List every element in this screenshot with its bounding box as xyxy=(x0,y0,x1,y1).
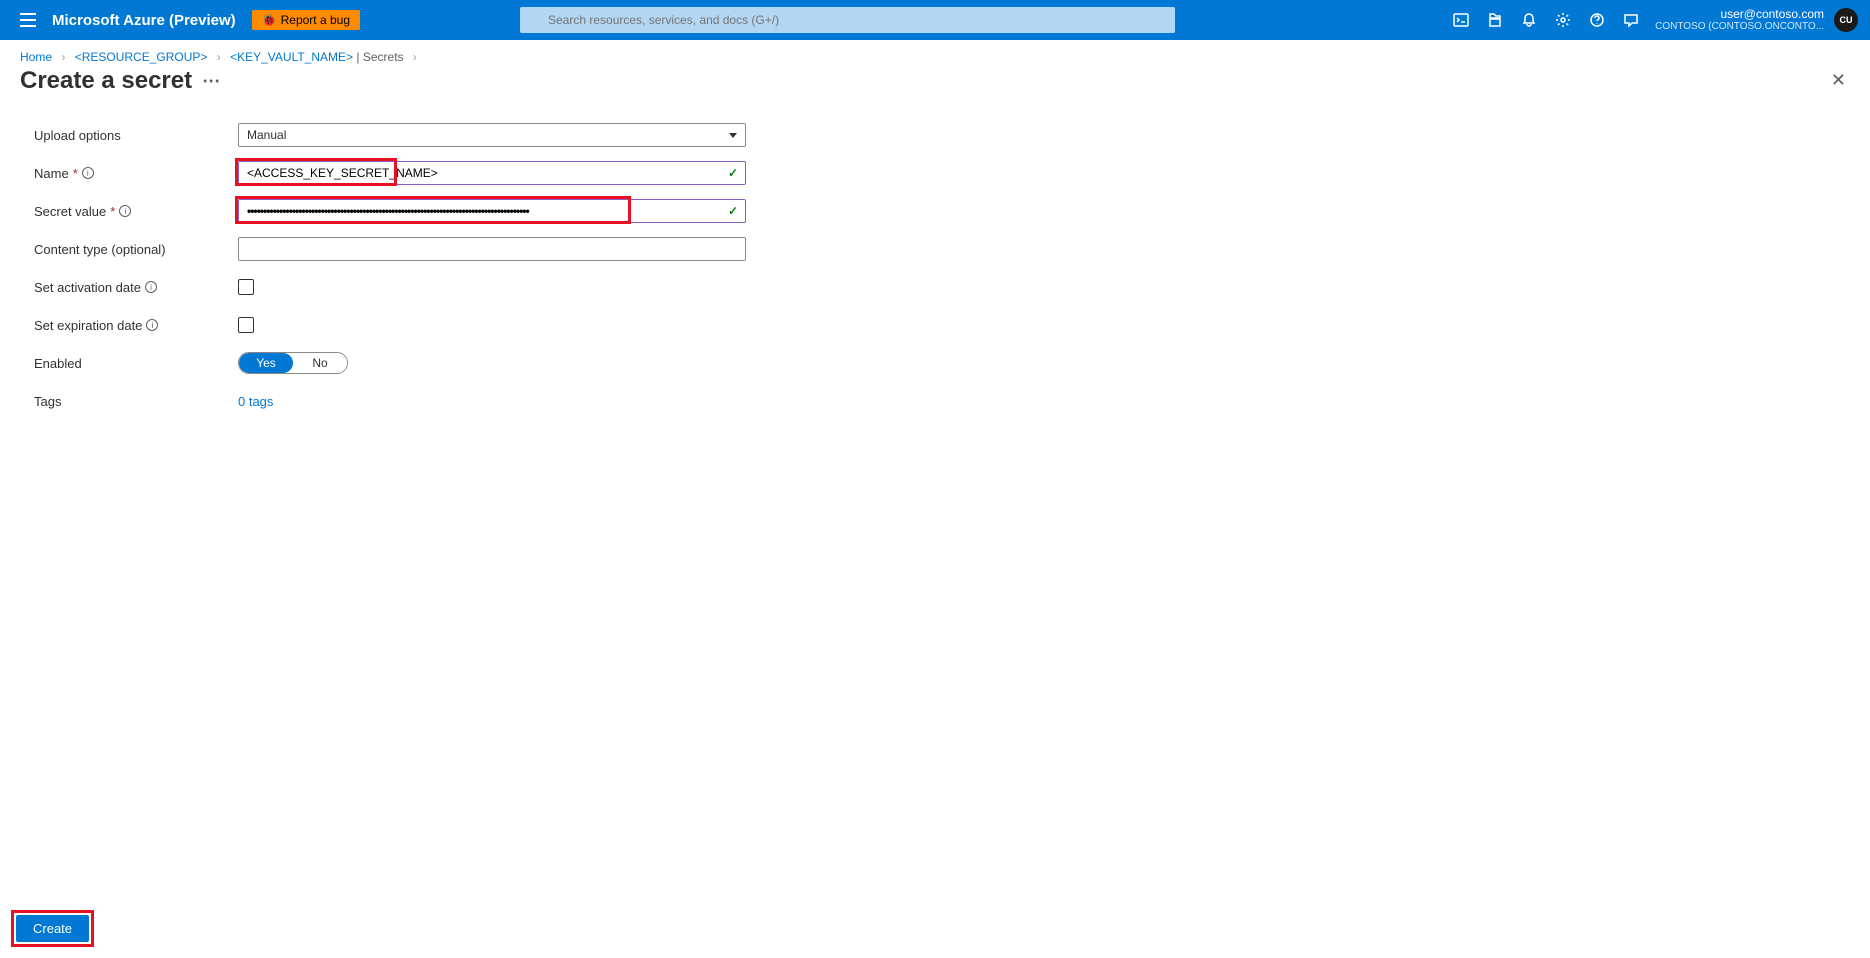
global-search-input[interactable] xyxy=(520,7,1175,33)
page-title: Create a secret ⋯ xyxy=(20,67,220,95)
enabled-toggle[interactable]: Yes No xyxy=(238,352,348,374)
enabled-no-option[interactable]: No xyxy=(293,353,347,373)
upload-options-select[interactable]: Manual xyxy=(238,123,746,147)
help-icon[interactable] xyxy=(1581,4,1613,36)
info-icon[interactable]: i xyxy=(146,319,158,331)
report-bug-button[interactable]: 🐞 Report a bug xyxy=(252,10,360,30)
account-block[interactable]: user@contoso.com CONTOSO (CONTOSO.ONCONT… xyxy=(1655,8,1824,32)
check-icon: ✓ xyxy=(728,204,738,218)
secret-value-input[interactable] xyxy=(238,199,746,223)
chevron-right-icon: › xyxy=(413,50,417,64)
expiration-date-label: Set expiration date i xyxy=(34,318,238,333)
info-icon[interactable]: i xyxy=(145,281,157,293)
azure-top-bar: Microsoft Azure (Preview) 🐞 Report a bug… xyxy=(0,0,1870,40)
chevron-right-icon: › xyxy=(61,50,65,64)
enabled-label: Enabled xyxy=(34,356,238,371)
enabled-yes-option[interactable]: Yes xyxy=(239,353,293,373)
content-type-label: Content type (optional) xyxy=(34,242,238,257)
tags-link[interactable]: 0 tags xyxy=(238,394,273,409)
secret-value-label: Secret value* i xyxy=(34,204,238,219)
cloud-shell-icon[interactable] xyxy=(1445,4,1477,36)
tags-label: Tags xyxy=(34,394,238,409)
more-actions-button[interactable]: ⋯ xyxy=(202,72,220,90)
name-label: Name* i xyxy=(34,166,238,181)
avatar[interactable]: CU xyxy=(1834,8,1858,32)
settings-gear-icon[interactable] xyxy=(1547,4,1579,36)
menu-toggle-icon[interactable] xyxy=(16,8,40,32)
info-icon[interactable]: i xyxy=(82,167,94,179)
check-icon: ✓ xyxy=(728,166,738,180)
upload-options-label: Upload options xyxy=(34,128,238,143)
breadcrumb: Home › <RESOURCE_GROUP> › <KEY_VAULT_NAM… xyxy=(0,40,1870,64)
expiration-date-checkbox[interactable] xyxy=(238,317,254,333)
chevron-right-icon: › xyxy=(217,50,221,64)
breadcrumb-key-vault[interactable]: <KEY_VAULT_NAME> | Secrets xyxy=(230,50,407,64)
annotation-highlight xyxy=(11,910,94,947)
create-secret-form: Upload options Manual Name* i ✓ Secret v… xyxy=(0,103,1870,413)
info-icon[interactable]: i xyxy=(119,205,131,217)
activation-date-checkbox[interactable] xyxy=(238,279,254,295)
feedback-icon[interactable] xyxy=(1615,4,1647,36)
user-tenant: CONTOSO (CONTOSO.ONCONTO... xyxy=(1655,21,1824,32)
content-type-input[interactable] xyxy=(238,237,746,261)
brand-label[interactable]: Microsoft Azure (Preview) xyxy=(52,12,236,29)
activation-date-label: Set activation date i xyxy=(34,280,238,295)
breadcrumb-resource-group[interactable]: <RESOURCE_GROUP> xyxy=(75,50,208,64)
report-bug-label: Report a bug xyxy=(281,13,350,27)
directories-icon[interactable] xyxy=(1479,4,1511,36)
user-email: user@contoso.com xyxy=(1655,8,1824,21)
bug-icon: 🐞 xyxy=(262,13,277,27)
breadcrumb-home[interactable]: Home xyxy=(20,50,52,64)
notifications-icon[interactable] xyxy=(1513,4,1545,36)
secret-name-input[interactable] xyxy=(238,161,746,185)
close-blade-button[interactable]: ✕ xyxy=(1827,66,1850,95)
